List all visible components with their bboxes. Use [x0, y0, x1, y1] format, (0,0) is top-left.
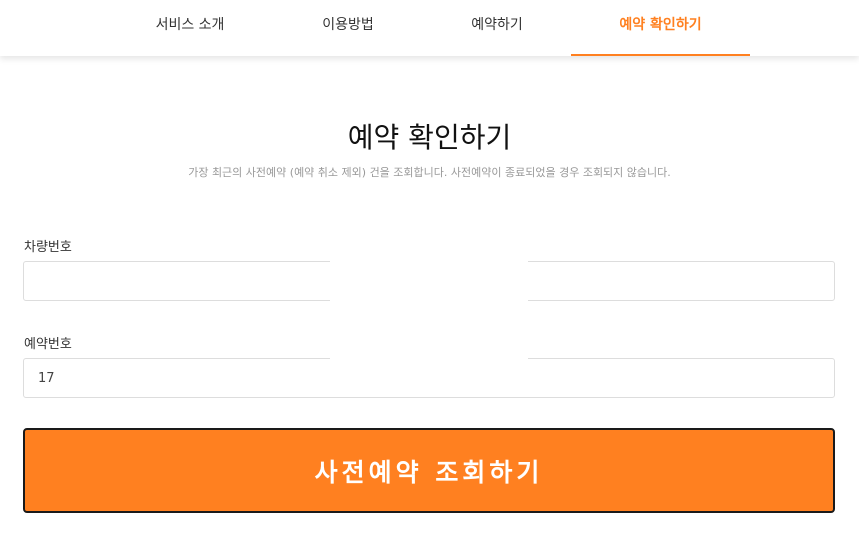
tab-label: 예약하기	[471, 17, 523, 33]
reservation-number-value: 17	[38, 370, 55, 386]
reservation-number-label: 예약번호	[24, 337, 72, 352]
tab-label: 이용방법	[322, 17, 374, 33]
lookup-reservation-button-label: 사전예약 조회하기	[314, 457, 544, 487]
tab-service-intro[interactable]: 서비스 소개	[120, 0, 260, 56]
tab-label: 예약 확인하기	[619, 17, 702, 33]
lookup-reservation-button[interactable]: 사전예약 조회하기	[23, 428, 835, 513]
top-navigation: 서비스 소개 이용방법 예약하기 예약 확인하기	[0, 0, 859, 56]
active-tab-indicator	[571, 54, 750, 56]
tab-how-to-use[interactable]: 이용방법	[278, 0, 418, 56]
tab-label: 서비스 소개	[155, 17, 225, 33]
reservation-number-input[interactable]: 17	[23, 358, 835, 398]
tab-check-reservation[interactable]: 예약 확인하기	[571, 0, 750, 56]
redaction-overlay	[330, 255, 528, 361]
tab-reservation[interactable]: 예약하기	[427, 0, 567, 56]
page-subtitle: 가장 최근의 사전예약 (예약 취소 제외) 건을 조회합니다. 사전예약이 종…	[188, 166, 671, 179]
page-title: 예약 확인하기	[347, 121, 512, 154]
vehicle-number-label: 차량번호	[24, 240, 72, 255]
